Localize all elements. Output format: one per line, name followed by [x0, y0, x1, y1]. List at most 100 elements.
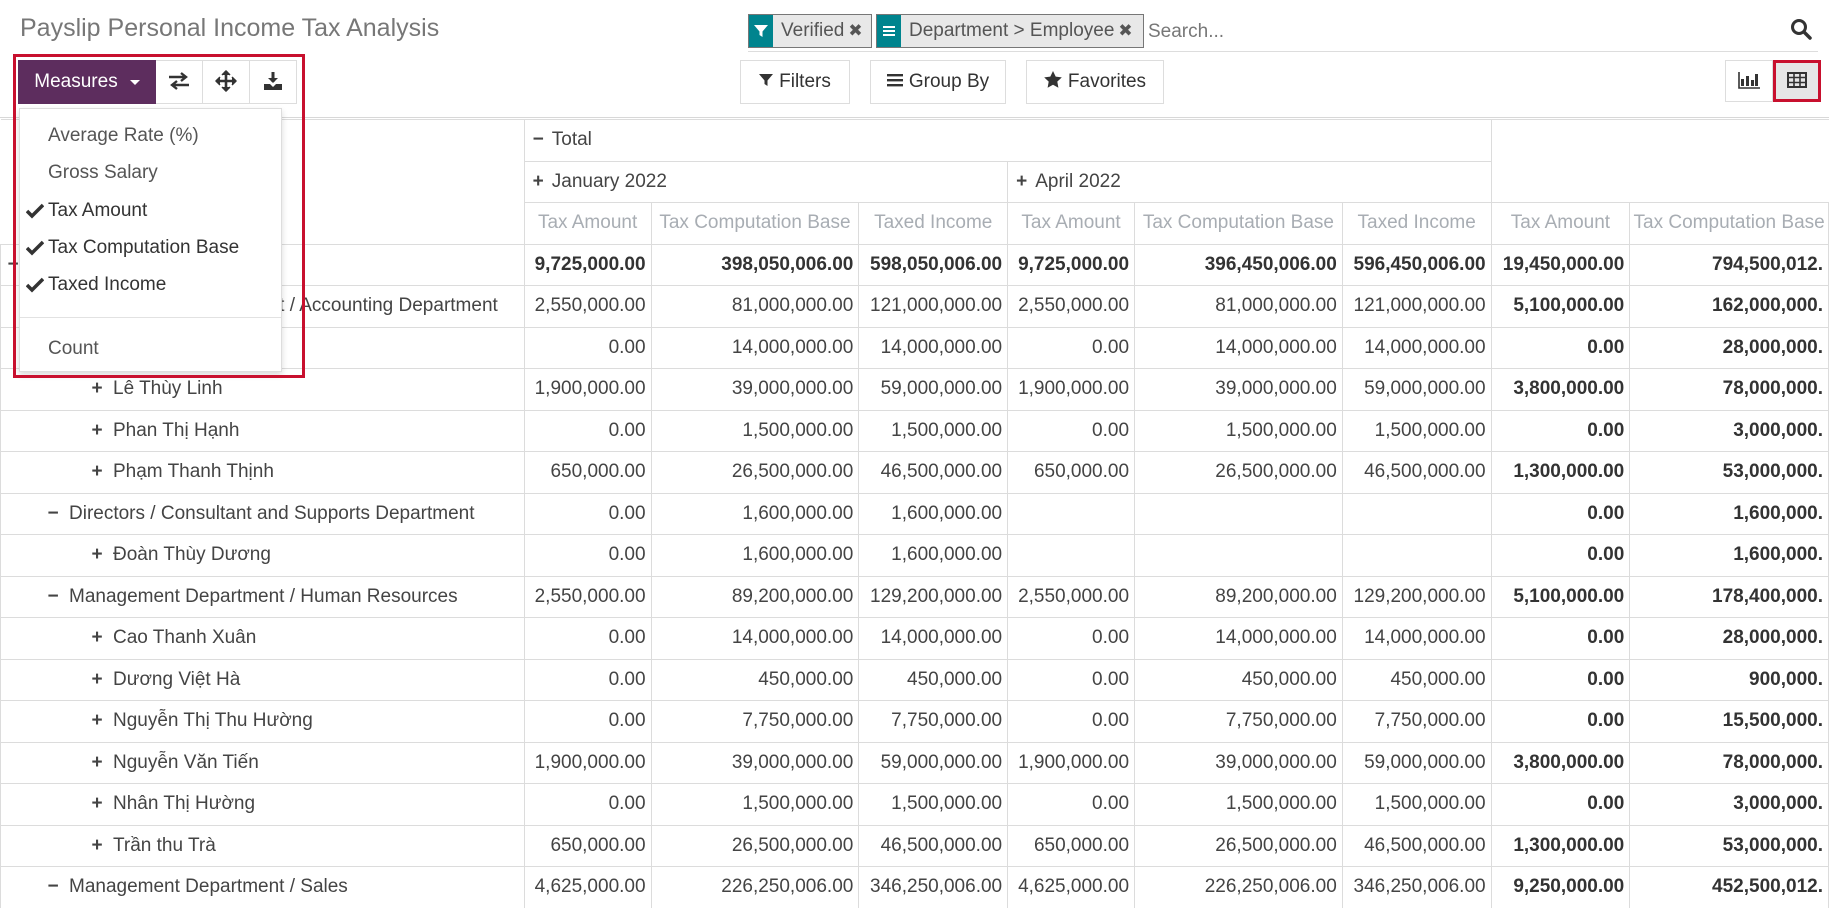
measure-count[interactable]: Count: [20, 332, 281, 366]
search-input[interactable]: [1148, 18, 1748, 46]
pivot-cell[interactable]: 1,600,000.00: [650, 534, 860, 577]
pivot-cell[interactable]: 1,600,000.00: [858, 534, 1009, 577]
download-button[interactable]: [250, 60, 297, 104]
pivot-cell[interactable]: 14,000,000.00: [1341, 326, 1492, 369]
remove-facet-icon[interactable]: ✖: [848, 21, 867, 41]
pivot-cell[interactable]: 121,000,000.00: [1341, 285, 1492, 328]
measure-header[interactable]: Taxed Income: [1341, 202, 1492, 245]
measure-header[interactable]: Tax Amount: [523, 202, 652, 245]
expand-all-button[interactable]: [203, 60, 250, 104]
pivot-cell[interactable]: 78,000,000.: [1629, 741, 1829, 784]
pivot-cell[interactable]: 1,500,000.00: [1341, 783, 1492, 826]
search-icon[interactable]: [1790, 18, 1818, 46]
pivot-cell[interactable]: 2,550,000.00: [523, 285, 652, 328]
pivot-cell[interactable]: 39,000,000.00: [650, 741, 860, 784]
row-header[interactable]: + Trần thu Trà: [0, 824, 525, 867]
pivot-cell[interactable]: 4,625,000.00: [1007, 866, 1136, 908]
row-header[interactable]: + Phan Thị Hạnh: [0, 409, 525, 452]
pivot-cell[interactable]: [1341, 492, 1492, 535]
pivot-cell[interactable]: 0.00: [1490, 409, 1631, 452]
pivot-cell[interactable]: 226,250,006.00: [1134, 866, 1343, 908]
pivot-cell[interactable]: 1,500,000.00: [1134, 783, 1343, 826]
pivot-cell[interactable]: 0.00: [1007, 783, 1136, 826]
pivot-cell[interactable]: 398,050,006.00: [650, 243, 860, 286]
pivot-cell[interactable]: 19,450,000.00: [1490, 243, 1631, 286]
pivot-cell[interactable]: 1,500,000.00: [858, 783, 1009, 826]
pivot-cell[interactable]: 46,500,000.00: [1341, 824, 1492, 867]
filters-button[interactable]: Filters: [740, 60, 850, 104]
col-header-total[interactable]: − Total: [523, 119, 1492, 162]
row-header[interactable]: + Nguyễn Văn Tiến: [0, 741, 525, 784]
flip-axis-button[interactable]: [156, 60, 203, 104]
pivot-cell[interactable]: 14,000,000.00: [1134, 617, 1343, 660]
pivot-view-button[interactable]: [1773, 60, 1821, 102]
pivot-cell[interactable]: 0.00: [1007, 326, 1136, 369]
pivot-cell[interactable]: 3,000,000.: [1629, 409, 1829, 452]
row-header[interactable]: + Nhân Thị Hường: [0, 783, 525, 826]
pivot-cell[interactable]: 14,000,000.00: [1341, 617, 1492, 660]
pivot-cell[interactable]: 89,200,000.00: [1134, 575, 1343, 618]
pivot-cell[interactable]: 81,000,000.00: [1134, 285, 1343, 328]
pivot-cell[interactable]: 0.00: [1490, 700, 1631, 743]
measure-tax-computation-base[interactable]: Tax Computation Base: [20, 231, 281, 265]
pivot-cell[interactable]: 452,500,012.: [1629, 866, 1829, 908]
row-header[interactable]: − Management Department / Human Resources: [0, 575, 525, 618]
pivot-cell[interactable]: 28,000,000.: [1629, 326, 1829, 369]
pivot-cell[interactable]: 0.00: [523, 658, 652, 701]
pivot-cell[interactable]: 3,800,000.00: [1490, 741, 1631, 784]
pivot-cell[interactable]: 1,600,000.00: [858, 492, 1009, 535]
pivot-cell[interactable]: 0.00: [1007, 658, 1136, 701]
pivot-cell[interactable]: 28,000,000.: [1629, 617, 1829, 660]
pivot-cell[interactable]: 1,500,000.00: [858, 409, 1009, 452]
pivot-cell[interactable]: 162,000,000.: [1629, 285, 1829, 328]
pivot-cell[interactable]: 650,000.00: [523, 824, 652, 867]
row-header[interactable]: + Lê Thùy Linh: [0, 368, 525, 411]
row-header[interactable]: + Cao Thanh Xuân: [0, 617, 525, 660]
pivot-cell[interactable]: 1,900,000.00: [523, 368, 652, 411]
pivot-cell[interactable]: 53,000,000.: [1629, 824, 1829, 867]
measure-header[interactable]: Tax Amount: [1490, 202, 1631, 245]
pivot-cell[interactable]: [1341, 534, 1492, 577]
pivot-cell[interactable]: 0.00: [1490, 326, 1631, 369]
pivot-cell[interactable]: 0.00: [523, 409, 652, 452]
pivot-cell[interactable]: 450,000.00: [650, 658, 860, 701]
measure-header[interactable]: Tax Computation Base: [650, 202, 860, 245]
pivot-cell[interactable]: 14,000,000.00: [858, 326, 1009, 369]
col-header-april-2022[interactable]: + April 2022: [1007, 160, 1492, 203]
pivot-cell[interactable]: 59,000,000.00: [1341, 741, 1492, 784]
row-header[interactable]: + Nguyễn Thị Thu Hường: [0, 700, 525, 743]
pivot-cell[interactable]: 598,050,006.00: [858, 243, 1009, 286]
measures-button[interactable]: Measures: [18, 60, 156, 104]
pivot-cell[interactable]: 5,100,000.00: [1490, 285, 1631, 328]
col-header-january-2022[interactable]: + January 2022: [523, 160, 1009, 203]
pivot-cell[interactable]: 9,250,000.00: [1490, 866, 1631, 908]
measure-tax-amount[interactable]: Tax Amount: [20, 194, 281, 228]
pivot-cell[interactable]: 0.00: [1490, 783, 1631, 826]
pivot-cell[interactable]: 2,550,000.00: [523, 575, 652, 618]
pivot-cell[interactable]: 0.00: [523, 326, 652, 369]
pivot-cell[interactable]: 39,000,000.00: [1134, 368, 1343, 411]
pivot-cell[interactable]: 1,500,000.00: [650, 783, 860, 826]
pivot-cell[interactable]: 7,750,000.00: [858, 700, 1009, 743]
pivot-cell[interactable]: 650,000.00: [523, 451, 652, 494]
pivot-cell[interactable]: 450,000.00: [1341, 658, 1492, 701]
pivot-cell[interactable]: 0.00: [1007, 617, 1136, 660]
pivot-cell[interactable]: 0.00: [523, 783, 652, 826]
pivot-cell[interactable]: 129,200,000.00: [858, 575, 1009, 618]
pivot-cell[interactable]: 7,750,000.00: [1134, 700, 1343, 743]
graph-view-button[interactable]: [1725, 60, 1773, 102]
pivot-cell[interactable]: 26,500,000.00: [1134, 824, 1343, 867]
pivot-cell[interactable]: 0.00: [1490, 534, 1631, 577]
measure-gross-salary[interactable]: Gross Salary: [20, 156, 281, 190]
row-header[interactable]: + Phạm Thanh Thịnh: [0, 451, 525, 494]
pivot-cell[interactable]: 1,300,000.00: [1490, 451, 1631, 494]
pivot-cell[interactable]: 900,000.: [1629, 658, 1829, 701]
pivot-cell[interactable]: 9,725,000.00: [1007, 243, 1136, 286]
pivot-cell[interactable]: 0.00: [1490, 492, 1631, 535]
pivot-cell[interactable]: 1,500,000.00: [650, 409, 860, 452]
pivot-cell[interactable]: 129,200,000.00: [1341, 575, 1492, 618]
pivot-cell[interactable]: 0.00: [1007, 700, 1136, 743]
pivot-cell[interactable]: 59,000,000.00: [858, 368, 1009, 411]
pivot-cell[interactable]: 59,000,000.00: [858, 741, 1009, 784]
pivot-cell[interactable]: 89,200,000.00: [650, 575, 860, 618]
